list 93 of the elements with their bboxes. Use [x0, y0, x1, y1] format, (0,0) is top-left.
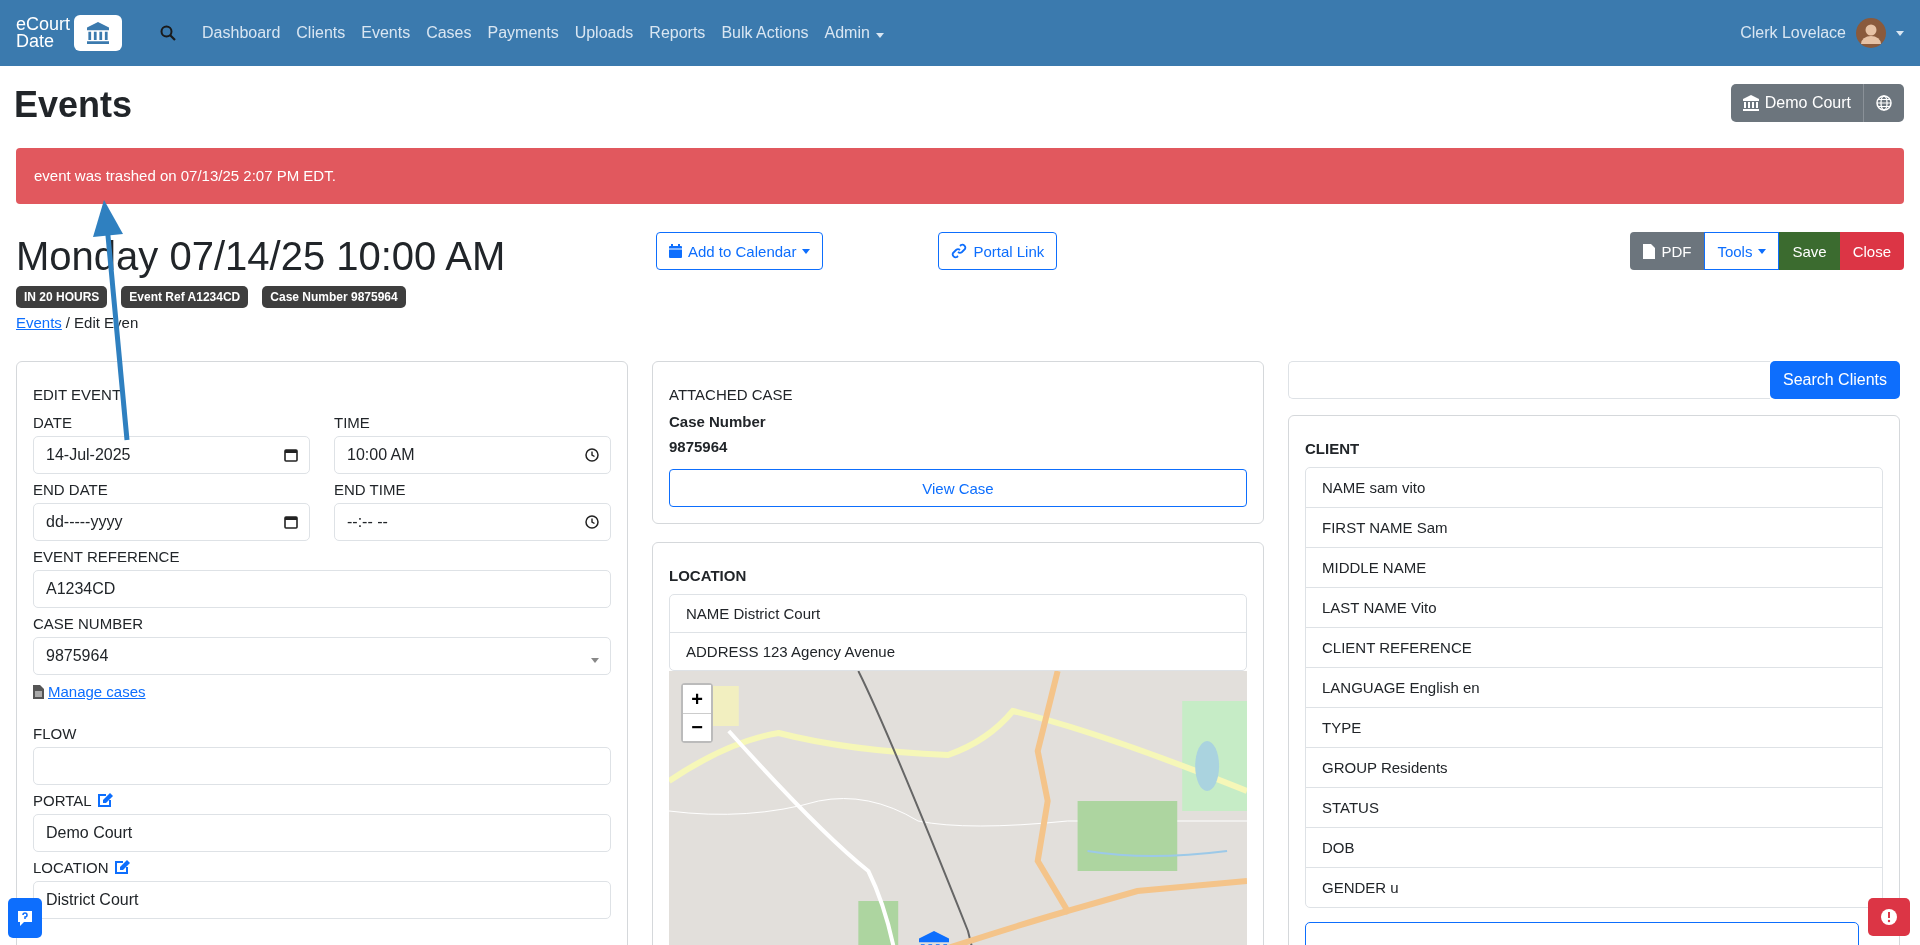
- calendar-icon[interactable]: [284, 515, 298, 529]
- list-item: MIDDLE NAME: [1306, 547, 1882, 587]
- list-item: CLIENT REFERENCE: [1306, 627, 1882, 667]
- field-label: END DATE: [33, 480, 108, 498]
- view-case-button[interactable]: View Case: [669, 469, 1247, 507]
- field-label: FLOW: [33, 724, 77, 742]
- add-to-calendar-button[interactable]: Add to Calendar: [656, 232, 824, 270]
- input-field[interactable]: 14-Jul-2025: [33, 436, 310, 474]
- input-field[interactable]: [33, 747, 611, 785]
- courthouse-icon: [1742, 95, 1759, 111]
- list-item: NAME sam vito: [1321, 478, 1427, 498]
- list-item: LANGUAGE English en: [1306, 667, 1882, 707]
- input-field[interactable]: District Court: [33, 881, 611, 919]
- nav-link[interactable]: Cases: [426, 24, 472, 42]
- field-label: TIME: [334, 413, 370, 431]
- card-title: EDIT EVENT: [33, 386, 123, 403]
- caret-icon: [1758, 248, 1767, 254]
- tools-button[interactable]: Tools: [1704, 232, 1780, 270]
- list-item: GROUP Residents: [1306, 747, 1882, 787]
- zoom-out-button[interactable]: −: [683, 713, 711, 741]
- question-icon: [16, 909, 34, 927]
- help-button[interactable]: [8, 898, 42, 938]
- nav-link[interactable]: Events: [361, 24, 411, 42]
- list-item: ADDRESS 123 Agency Avenue: [670, 632, 1246, 670]
- nav-link[interactable]: Dashboard: [202, 24, 281, 42]
- page-title: Events: [14, 84, 133, 126]
- clock-icon[interactable]: [585, 448, 599, 462]
- caret-icon: [591, 658, 599, 663]
- document-icon: [1643, 243, 1656, 259]
- pdf-button[interactable]: PDF: [1630, 232, 1705, 270]
- case-number: 9875964: [669, 438, 729, 455]
- input-field[interactable]: A1234CD: [33, 570, 611, 608]
- courthouse-icon: [87, 22, 110, 44]
- info-badge: Case Number 9875964: [262, 286, 406, 308]
- card-title: LOCATION: [669, 567, 748, 584]
- caret-icon: [802, 248, 811, 254]
- clock-icon[interactable]: [585, 515, 599, 529]
- nav-link[interactable]: Admin: [824, 24, 884, 42]
- list-item: FIRST NAME Sam: [1306, 507, 1882, 547]
- close-button[interactable]: Close: [1839, 232, 1904, 270]
- search-field[interactable]: [1288, 361, 1770, 399]
- globe-icon: [1876, 95, 1892, 111]
- breadcrumb-link[interactable]: Events: [16, 314, 62, 331]
- nav-link[interactable]: Payments: [487, 24, 559, 42]
- field-label: LOCATION: [33, 858, 109, 876]
- outline-button[interactable]: [1305, 922, 1859, 945]
- manage-cases-link[interactable]: Manage cases: [48, 683, 146, 700]
- logo-badge[interactable]: [74, 15, 123, 51]
- exclamation-icon: [1880, 908, 1898, 926]
- logo-text[interactable]: eCourt Date: [16, 16, 71, 50]
- field-label: PORTAL: [33, 791, 92, 809]
- input-field[interactable]: 10:00 AM: [334, 436, 611, 474]
- user-name[interactable]: Clerk Lovelace: [1740, 24, 1846, 42]
- search-clients-button[interactable]: Search Clients: [1769, 361, 1900, 399]
- nav-link[interactable]: Uploads: [574, 24, 634, 42]
- card-title: CLIENT: [1305, 440, 1361, 457]
- link-icon: [951, 243, 968, 259]
- portal-link-button[interactable]: Portal Link: [938, 232, 1058, 270]
- field-label: DATE: [33, 413, 72, 431]
- edit-icon[interactable]: [96, 792, 113, 808]
- list-item: TYPE: [1306, 707, 1882, 747]
- input-field[interactable]: --:-- --: [334, 503, 611, 541]
- caret-icon: [1896, 30, 1904, 36]
- error-button[interactable]: [1868, 898, 1910, 936]
- list-item: STATUS: [1306, 787, 1882, 827]
- input-field[interactable]: Demo Court: [33, 814, 611, 852]
- language-button[interactable]: [1863, 84, 1904, 122]
- info-badge: Event Ref A1234CD: [121, 286, 249, 308]
- nav-link[interactable]: Reports: [649, 24, 706, 42]
- field-label: END TIME: [334, 480, 406, 498]
- calendar-icon[interactable]: [284, 448, 298, 462]
- document-icon: [33, 684, 44, 699]
- nav-link[interactable]: Bulk Actions: [721, 24, 809, 42]
- list-item: DOB: [1306, 827, 1882, 867]
- save-button[interactable]: Save: [1779, 232, 1840, 270]
- breadcrumb-separator: /: [65, 314, 71, 331]
- list-item: LAST NAME Vito: [1306, 587, 1882, 627]
- search-icon[interactable]: [160, 25, 177, 41]
- info-badge: IN 20 HOURS: [16, 286, 108, 308]
- nav-link[interactable]: Clients: [296, 24, 346, 42]
- court-button[interactable]: Demo Court: [1730, 84, 1863, 122]
- caret-icon: [875, 33, 884, 38]
- edit-icon[interactable]: [113, 859, 130, 875]
- select-field[interactable]: 9875964: [33, 637, 611, 675]
- input-field[interactable]: dd-----yyyy: [33, 503, 310, 541]
- alert-message: event was trashed on 07/13/25 2:07 PM EDT.: [16, 148, 1904, 204]
- case-number-label: Case Number: [669, 413, 767, 430]
- avatar-icon[interactable]: [1856, 18, 1886, 48]
- card-title: ATTACHED CASE: [669, 386, 794, 403]
- list-item: NAME District Court: [685, 604, 822, 624]
- field-label: CASE NUMBER: [33, 614, 144, 632]
- calendar-icon: [669, 244, 682, 258]
- field-label: EVENT REFERENCE: [33, 547, 180, 565]
